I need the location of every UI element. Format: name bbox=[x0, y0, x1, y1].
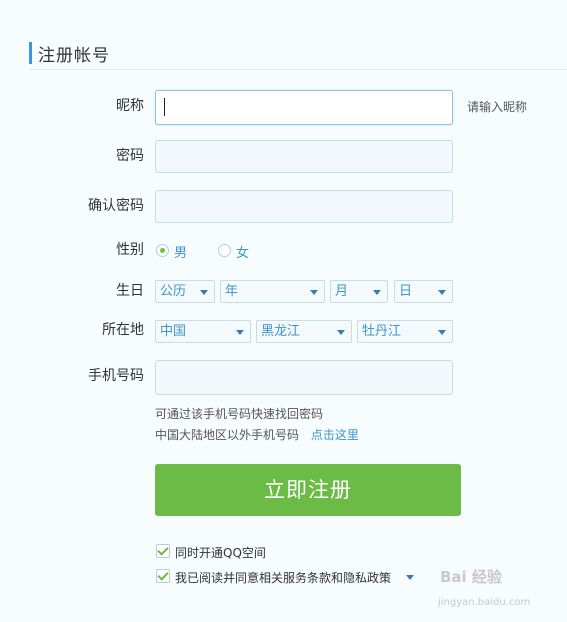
open-qzone-option[interactable]: 同时开通QQ空间 bbox=[156, 544, 276, 560]
radio-unselected-icon bbox=[218, 244, 231, 257]
checkbox-checked-icon[interactable] bbox=[156, 544, 170, 558]
overseas-note-text: 中国大陆地区以外手机号码 bbox=[155, 428, 300, 442]
password-input[interactable] bbox=[155, 140, 453, 173]
nickname-label: 昵称 bbox=[116, 98, 144, 114]
month-select[interactable]: 月 bbox=[330, 280, 388, 303]
page-title: 注册帐号 bbox=[38, 46, 110, 66]
checkbox-checked-icon[interactable] bbox=[156, 569, 170, 583]
phone-overseas-note: 中国大陆地区以外手机号码 点击这里 bbox=[155, 426, 359, 443]
password-label: 密码 bbox=[116, 148, 144, 164]
gender-male-label: 男 bbox=[174, 246, 188, 261]
birthday-label: 生日 bbox=[116, 283, 144, 299]
gender-female-label: 女 bbox=[236, 246, 250, 261]
chevron-down-icon bbox=[310, 290, 318, 295]
phone-label: 手机号码 bbox=[88, 368, 144, 384]
year-select[interactable]: 年 bbox=[220, 280, 325, 303]
day-select[interactable]: 日 bbox=[394, 280, 453, 303]
gender-option-female[interactable]: 女 bbox=[218, 243, 258, 261]
baidu-jingyan-watermark: Bai 经验 bbox=[440, 568, 502, 586]
city-select[interactable]: 牡丹江 bbox=[357, 320, 453, 343]
confirm-password-label: 确认密码 bbox=[88, 198, 144, 214]
country-select-value: 中国 bbox=[160, 324, 187, 339]
overseas-phone-link[interactable]: 点击这里 bbox=[311, 428, 359, 442]
chevron-down-icon bbox=[337, 330, 345, 335]
calendar-select[interactable]: 公历 bbox=[155, 280, 215, 303]
city-select-value: 牡丹江 bbox=[362, 324, 402, 339]
calendar-select-value: 公历 bbox=[160, 284, 187, 299]
header-divider bbox=[29, 69, 567, 70]
province-select-value: 黑龙江 bbox=[261, 324, 301, 339]
text-caret bbox=[164, 98, 165, 116]
country-select[interactable]: 中国 bbox=[155, 320, 251, 343]
nickname-input[interactable] bbox=[155, 90, 453, 125]
year-select-value: 年 bbox=[225, 284, 239, 299]
chevron-down-icon[interactable] bbox=[406, 575, 414, 580]
chevron-down-icon bbox=[438, 290, 446, 295]
day-select-value: 日 bbox=[399, 284, 413, 299]
watermark-url: jingyan.baidu.com bbox=[438, 597, 531, 608]
chevron-down-icon bbox=[200, 290, 208, 295]
gender-label: 性别 bbox=[116, 242, 144, 258]
chevron-down-icon bbox=[438, 330, 446, 335]
header-accent-bar bbox=[29, 42, 32, 64]
chevron-down-icon bbox=[236, 330, 244, 335]
month-select-value: 月 bbox=[335, 284, 349, 299]
gender-option-male[interactable]: 男 bbox=[156, 243, 196, 261]
confirm-password-input[interactable] bbox=[155, 190, 453, 223]
phone-note: 可通过该手机号码快速找回密码 bbox=[155, 407, 324, 421]
nickname-hint: 请输入昵称 bbox=[467, 100, 528, 114]
location-label: 所在地 bbox=[102, 322, 144, 338]
register-button[interactable]: 立即注册 bbox=[155, 464, 461, 516]
agree-terms-label: 我已阅读并同意相关服务条款和隐私政策 bbox=[175, 571, 392, 585]
agree-terms-option[interactable]: 我已阅读并同意相关服务条款和隐私政策 bbox=[156, 569, 426, 585]
province-select[interactable]: 黑龙江 bbox=[256, 320, 352, 343]
open-qzone-label: 同时开通QQ空间 bbox=[175, 546, 266, 560]
radio-selected-icon bbox=[156, 244, 169, 257]
chevron-down-icon bbox=[373, 290, 381, 295]
phone-input[interactable] bbox=[155, 360, 453, 395]
